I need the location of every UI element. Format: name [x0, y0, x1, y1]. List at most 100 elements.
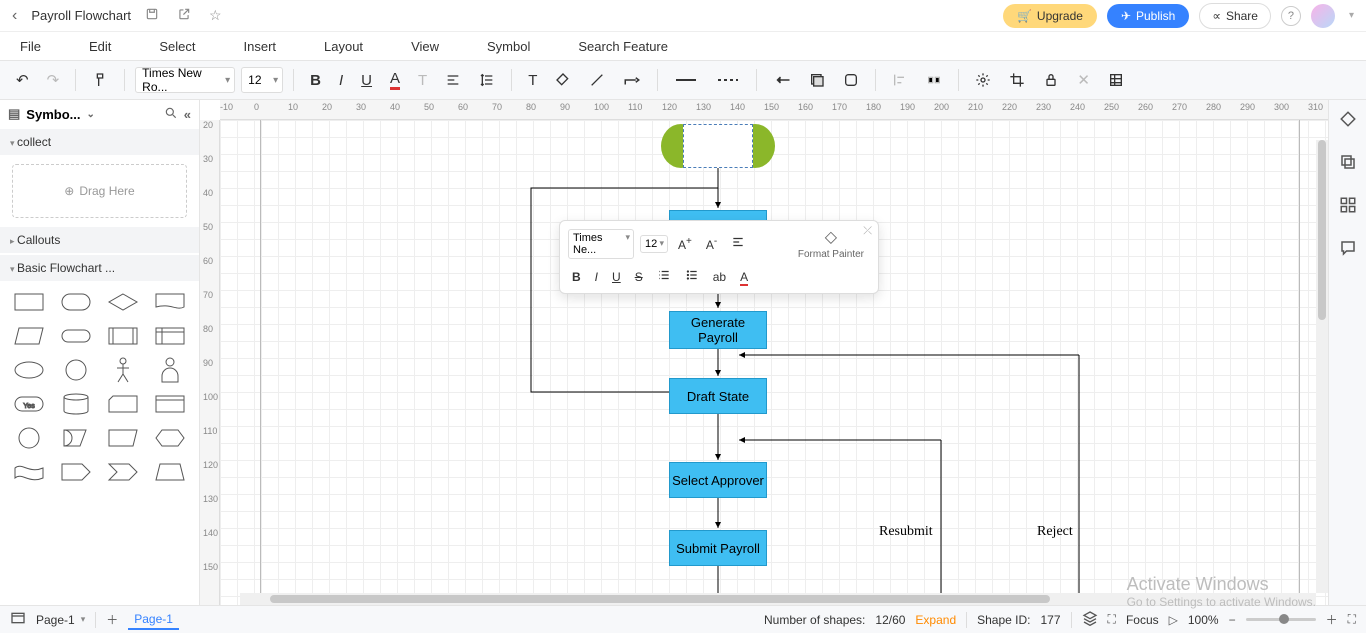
connector-style-button[interactable]	[617, 69, 647, 91]
ctx-format-painter[interactable]: ◇ Format Painter	[792, 227, 870, 260]
ctx-strike-icon[interactable]: S	[631, 268, 647, 286]
shape-rounded-rect[interactable]	[55, 288, 96, 316]
bold-button[interactable]: B	[304, 68, 327, 93]
font-color-button[interactable]: A	[384, 66, 406, 94]
distribute-button[interactable]	[920, 68, 948, 92]
label-reject[interactable]: Reject	[1037, 524, 1073, 540]
properties-icon[interactable]	[1339, 110, 1357, 133]
collapse-panel-icon[interactable]: «	[184, 107, 191, 122]
shape-pentagon[interactable]	[55, 458, 96, 486]
help-icon[interactable]: ?	[1281, 6, 1301, 26]
shape-diamond[interactable]	[103, 288, 144, 316]
ctx-italic-icon[interactable]: I	[591, 268, 602, 286]
canvas[interactable]: Generate Payroll Draft State Select Appr…	[220, 120, 1328, 605]
focus-label[interactable]: Focus	[1126, 613, 1159, 627]
menu-view[interactable]: View	[411, 39, 439, 54]
avatar-menu-chevron-icon[interactable]: ▾	[1345, 10, 1358, 21]
line-dash-button[interactable]	[710, 71, 746, 89]
components-icon[interactable]	[1339, 196, 1357, 219]
table-button[interactable]	[1102, 68, 1130, 92]
category-basic-flowchart[interactable]: Basic Flowchart ...	[0, 255, 199, 281]
shape-person[interactable]	[150, 356, 191, 384]
text-tool-button[interactable]: T	[522, 68, 543, 93]
shape-tape[interactable]	[8, 458, 49, 486]
shape-start[interactable]	[669, 124, 767, 168]
shape-rectangle[interactable]	[8, 288, 49, 316]
lock-button[interactable]	[1037, 68, 1065, 92]
outline-icon[interactable]	[10, 610, 26, 629]
share-button[interactable]: ∝ Share	[1199, 3, 1271, 29]
auto-layout-button[interactable]	[969, 68, 997, 92]
shape-document[interactable]	[150, 288, 191, 316]
page-area[interactable]: Generate Payroll Draft State Select Appr…	[260, 120, 1300, 605]
shape-cone[interactable]	[55, 424, 96, 452]
menu-layout[interactable]: Layout	[324, 39, 363, 54]
arrow-start-button[interactable]	[767, 70, 797, 90]
shape-predefined[interactable]	[103, 322, 144, 350]
shape-select-approver[interactable]: Select Approver	[669, 462, 767, 498]
shape-ellipse[interactable]	[8, 356, 49, 384]
ctx-font-color-icon[interactable]: A	[736, 268, 752, 286]
underline-button[interactable]: U	[355, 68, 378, 93]
shape-hexagon[interactable]	[150, 424, 191, 452]
shape-card[interactable]	[103, 390, 144, 418]
italic-button[interactable]: I	[333, 68, 349, 93]
fill-color-button[interactable]	[549, 68, 577, 92]
upgrade-button[interactable]: 🛒 Upgrade	[1003, 4, 1097, 28]
layers-status-icon[interactable]	[1082, 610, 1098, 629]
avatar[interactable]	[1311, 4, 1335, 28]
save-icon[interactable]	[141, 7, 163, 24]
align-button[interactable]	[439, 68, 467, 92]
page-tab[interactable]: Page-1	[128, 610, 179, 630]
horizontal-scrollbar[interactable]	[240, 593, 1316, 605]
fullscreen-icon[interactable]: ⛶	[1348, 612, 1356, 627]
ctx-size-select[interactable]: 12	[640, 235, 668, 253]
focus-target-icon[interactable]: ⛶	[1108, 612, 1116, 627]
menu-search-feature[interactable]: Search Feature	[578, 39, 668, 54]
shape-trapezoid[interactable]	[103, 424, 144, 452]
publish-button[interactable]: ✈ Publish	[1107, 4, 1189, 28]
library-chevron-icon[interactable]: ⌄	[86, 109, 94, 120]
shape-parallelogram[interactable]	[8, 322, 49, 350]
shape-draft-state[interactable]: Draft State	[669, 378, 767, 414]
drag-here-zone[interactable]: ⊕ Drag Here	[12, 164, 187, 218]
ctx-bullet-list-icon[interactable]	[681, 266, 703, 287]
open-external-icon[interactable]	[173, 7, 195, 24]
shape-frame[interactable]	[150, 390, 191, 418]
scrollbar-thumb[interactable]	[1318, 140, 1326, 320]
layers-icon[interactable]	[1339, 153, 1357, 176]
page-select[interactable]: Page-1 ▾	[36, 613, 85, 627]
ctx-text-case-icon[interactable]: ab	[709, 268, 730, 286]
shadow-button[interactable]	[803, 68, 831, 92]
star-icon[interactable]: ☆	[205, 7, 226, 24]
ctx-increase-font-icon[interactable]: A+	[674, 234, 696, 254]
zoom-slider[interactable]	[1246, 618, 1316, 621]
font-family-select[interactable]: Times New Ro...	[135, 67, 235, 93]
menu-file[interactable]: File	[20, 39, 41, 54]
line-color-button[interactable]	[583, 68, 611, 92]
category-callouts[interactable]: Callouts	[0, 227, 199, 253]
text-case-button[interactable]: T	[412, 68, 433, 93]
shape-chevron[interactable]	[103, 458, 144, 486]
font-size-select[interactable]: 12	[241, 67, 283, 93]
add-page-icon[interactable]: ＋	[106, 611, 118, 628]
menu-select[interactable]: Select	[159, 39, 195, 54]
shape-trapezoid2[interactable]	[150, 458, 191, 486]
category-collect[interactable]: collect	[0, 129, 199, 155]
ctx-bold-icon[interactable]: B	[568, 268, 585, 286]
shape-actor[interactable]	[103, 356, 144, 384]
ctx-decrease-font-icon[interactable]: A-	[702, 234, 721, 254]
play-icon[interactable]: ▷	[1169, 613, 1178, 627]
shape-yes-pill[interactable]: Yes	[8, 390, 49, 418]
crop-button[interactable]	[1003, 68, 1031, 92]
shape-circle[interactable]	[55, 356, 96, 384]
search-symbol-icon[interactable]	[164, 106, 178, 123]
menu-edit[interactable]: Edit	[89, 39, 111, 54]
ctx-numbered-list-icon[interactable]	[653, 266, 675, 287]
expand-link[interactable]: Expand	[915, 613, 956, 627]
zoom-value[interactable]: 100%	[1188, 613, 1219, 627]
zoom-in-icon[interactable]: ＋	[1326, 611, 1338, 628]
menu-insert[interactable]: Insert	[244, 39, 277, 54]
align-left-button[interactable]	[886, 68, 914, 92]
shape-internal-storage[interactable]	[150, 322, 191, 350]
